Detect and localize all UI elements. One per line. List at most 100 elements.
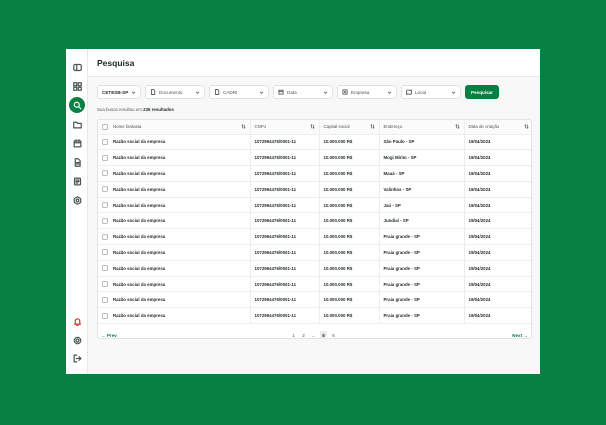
report-icon[interactable] xyxy=(69,173,85,189)
row-checkbox[interactable] xyxy=(102,312,108,319)
row-checkbox[interactable] xyxy=(102,170,108,177)
table-row[interactable]: Razão social da empresa 1072994476/0001-1… xyxy=(98,165,531,182)
table-cell: 19/04/2024 xyxy=(464,276,531,293)
table-cell: 1072994476/0001-11 xyxy=(250,307,320,325)
document-icon[interactable] xyxy=(69,154,85,170)
calendar-icon[interactable] xyxy=(69,135,85,151)
table-row[interactable]: Razão social da empresa 1072994476/0001-1… xyxy=(98,260,531,277)
company-name: Razão social da empresa xyxy=(113,155,166,161)
table-cell: Razão social da empresa xyxy=(98,197,251,214)
row-checkbox[interactable] xyxy=(102,138,108,145)
next-page-link[interactable]: Next → xyxy=(512,333,528,338)
local-select[interactable]: Local xyxy=(401,85,461,99)
chevron-down-icon xyxy=(131,90,136,94)
grid-icon[interactable] xyxy=(69,78,85,94)
gear-icon[interactable] xyxy=(69,332,85,348)
company-name: Razão social da empresa xyxy=(113,281,166,287)
main-content: Pesquisa CETESB-SP Documento CADRI Data xyxy=(88,49,540,374)
row-first-cell: Razão social da empresa xyxy=(102,154,246,161)
folder-icon[interactable] xyxy=(69,116,85,132)
company-name: Razão social da empresa xyxy=(113,202,166,208)
page-numbers: 1 2... 5 6 xyxy=(290,331,337,339)
table-cell: 1072994476/0001-11 xyxy=(250,276,320,293)
logout-icon[interactable] xyxy=(69,350,85,366)
table-row[interactable]: Razão social da empresa 1072994476/0001-1… xyxy=(98,134,531,151)
table-cell: Praia grande - SP xyxy=(379,228,465,246)
filter-bar: CETESB-SP Documento CADRI Data Empresa L… xyxy=(97,85,499,99)
table-row[interactable]: Razão social da empresa 1072994476/0001-1… xyxy=(98,212,531,230)
table-row[interactable]: Razão social da empresa 1072994476/0001-1… xyxy=(98,276,531,293)
prev-page-link[interactable]: ← Prev xyxy=(101,333,117,338)
company-name: Razão social da empresa xyxy=(113,218,166,224)
sort-icon[interactable] xyxy=(310,124,315,129)
sort-icon[interactable] xyxy=(241,124,246,129)
table-cell: 10.000.000 R$ xyxy=(319,181,380,198)
sort-icon[interactable] xyxy=(370,124,375,129)
table-cell: 10.000.000 R$ xyxy=(319,197,380,214)
empresa-select[interactable]: Empresa xyxy=(337,85,397,99)
page-number[interactable]: 6 xyxy=(330,331,337,339)
table-cell: 19/04/2024 xyxy=(464,244,531,261)
table-row[interactable]: Razão social da empresa 1072994476/0001-1… xyxy=(98,197,531,214)
table-cell: 1072994476/0001-11 xyxy=(250,244,320,261)
table-row[interactable]: Razão social da empresa 1072994476/0001-1… xyxy=(98,291,531,309)
table-cell: 1072994476/0001-11 xyxy=(250,228,320,246)
row-checkbox[interactable] xyxy=(102,249,108,256)
page-number[interactable]: 1 xyxy=(290,331,297,339)
table-cell: 19/04/2024 xyxy=(464,165,531,182)
row-checkbox[interactable] xyxy=(102,217,108,224)
local-select-label: Local xyxy=(415,89,426,95)
search-button[interactable]: Pesquisar xyxy=(465,85,499,99)
table-cell: 10.000.000 R$ xyxy=(319,212,380,230)
row-checkbox[interactable] xyxy=(102,265,108,272)
page-ellipsis: ... xyxy=(311,332,316,338)
table-cell: Praia grande - SP xyxy=(379,291,465,309)
page-title: Pesquisa xyxy=(97,57,135,68)
page-number[interactable]: 2 xyxy=(300,331,307,339)
row-first-cell: Razão social da empresa xyxy=(102,138,246,145)
documento-select[interactable]: Documento xyxy=(145,85,205,99)
results-summary: Sua busca resultou em 235 resultados xyxy=(97,107,174,112)
sort-icon[interactable] xyxy=(524,124,529,129)
row-first-cell: Razão social da empresa xyxy=(102,296,246,303)
data-select-label: Data xyxy=(287,89,297,95)
table-row[interactable]: Razão social da empresa 1072994476/0001-1… xyxy=(98,149,531,167)
column-header-nome[interactable]: Nome fantasia xyxy=(98,120,251,135)
cadri-select[interactable]: CADRI xyxy=(209,85,269,99)
company-name: Razão social da empresa xyxy=(113,265,166,271)
row-checkbox[interactable] xyxy=(102,154,108,161)
data-select[interactable]: Data xyxy=(273,85,333,99)
table-row[interactable]: Razão social da empresa 1072994476/0001-1… xyxy=(98,228,531,246)
cadri-select-label: CADRI xyxy=(223,89,238,95)
column-header-capital[interactable]: Capital social xyxy=(319,120,380,135)
sort-icon[interactable] xyxy=(455,124,460,129)
row-checkbox[interactable] xyxy=(102,233,108,240)
search-icon[interactable] xyxy=(69,97,85,113)
next-page-label: Next xyxy=(512,332,523,338)
row-checkbox[interactable] xyxy=(102,186,108,193)
bell-icon[interactable] xyxy=(69,313,85,329)
table-cell: Razão social da empresa xyxy=(98,181,251,198)
region-select[interactable]: CETESB-SP xyxy=(97,85,141,99)
table-row[interactable]: Razão social da empresa 1072994476/0001-1… xyxy=(98,181,531,198)
settings-cog-icon[interactable] xyxy=(69,192,85,208)
table-cell: Praia grande - SP xyxy=(379,307,465,325)
column-header-endereco[interactable]: Endereço xyxy=(379,120,465,135)
column-header-data[interactable]: Data de criação xyxy=(464,120,531,135)
calendar-icon xyxy=(278,89,284,95)
row-checkbox[interactable] xyxy=(102,281,108,288)
column-header-cnpj[interactable]: CNPJ xyxy=(250,120,320,135)
table-cell: Mauá - SP xyxy=(379,165,465,182)
row-checkbox[interactable] xyxy=(102,202,108,209)
toggle-sidebar-icon[interactable] xyxy=(69,59,85,75)
select-all-checkbox[interactable] xyxy=(102,123,108,130)
table-row[interactable]: Razão social da empresa 1072994476/0001-1… xyxy=(98,244,531,261)
table-cell: Razão social da empresa xyxy=(98,134,251,151)
page-number[interactable]: 5 xyxy=(320,331,327,339)
table-cell: Praia grande - SP xyxy=(379,276,465,293)
table-row[interactable]: Razão social da empresa 1072994476/0001-1… xyxy=(98,307,531,325)
company-name: Razão social da empresa xyxy=(113,186,166,192)
table-cell: 1072994476/0001-11 xyxy=(250,134,320,151)
table-cell: Razão social da empresa xyxy=(98,276,251,293)
row-checkbox[interactable] xyxy=(102,296,108,303)
